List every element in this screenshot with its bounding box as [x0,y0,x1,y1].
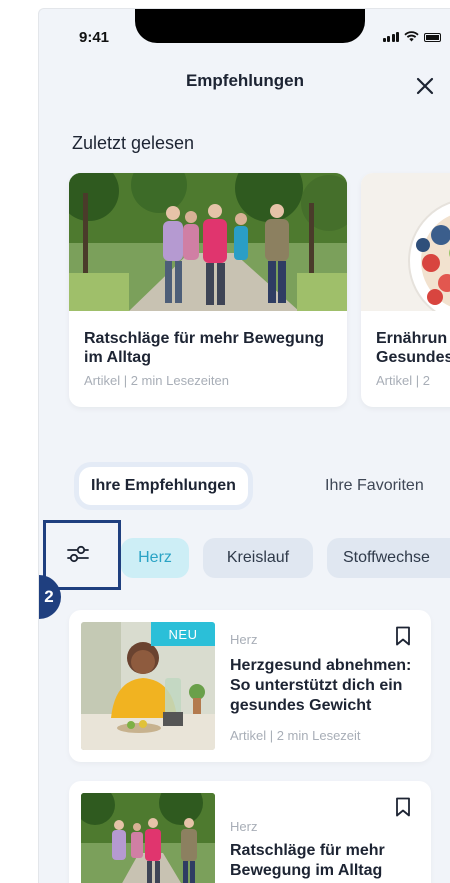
tab-recommendations[interactable]: Ihre Empfehlungen [79,467,248,505]
signal-icon [382,32,399,42]
recent-card-image [361,173,450,311]
battery-icon [424,33,441,42]
recent-card-image [69,173,347,311]
recommendation-title: Herzgesund abnehmen: So unterstützt dich… [230,657,412,714]
recent-card-meta: Artikel | 2 [376,373,430,388]
tab-bar: Ihre Empfehlungen Ihre Favoriten [67,461,450,511]
recommendation-meta: Artikel | 2 min Lesezeit [230,728,361,743]
recommendation-image [81,793,215,883]
recommendation-category: Herz [230,632,258,647]
bookmark-icon[interactable] [395,797,411,817]
page-title: Empfehlungen [185,71,305,90]
wifi-icon [404,31,419,42]
recent-card-meta: Artikel | 2 min Lesezeiten [84,373,229,388]
chip-stoffwechsel[interactable]: Stoffwechse [327,538,450,578]
recommendation-card[interactable]: NEU Herz Herzgesund abnehmen: So unterst… [69,610,431,762]
status-icons [382,31,441,42]
recent-card[interactable]: Ratschläge für mehr Bewegung im Alltag A… [69,173,347,407]
phone-screen: 9:41 Empfehlungen Zuletzt gelesen Ratsch… [38,8,450,883]
recommendation-image: NEU [81,622,215,750]
bookmark-icon[interactable] [395,626,411,646]
status-time: 9:41 [79,29,110,46]
chip-herz[interactable]: Herz [121,538,189,578]
close-icon[interactable] [414,75,436,97]
recommendation-category: Herz [230,819,258,834]
recommendation-card[interactable]: Herz Ratschläge für mehr Bewegung im All… [69,781,431,883]
chip-kreislauf[interactable]: Kreislauf [203,538,313,578]
recent-card[interactable]: Ernährun Gesundes Artikel | 2 [361,173,450,407]
device-notch [135,9,365,43]
filter-highlight-box [43,520,121,590]
tab-favorites[interactable]: Ihre Favoriten [313,467,436,505]
recommendation-title: Ratschläge für mehr Bewegung im Alltag [230,842,385,879]
recent-section-title: Zuletzt gelesen [72,133,195,153]
new-badge: NEU [151,622,215,646]
recent-card-title: Ratschläge für mehr Bewegung im Alltag [84,330,325,366]
recent-card-title: Ernährun Gesundes [376,330,450,366]
status-bar: 9:41 [39,9,450,59]
